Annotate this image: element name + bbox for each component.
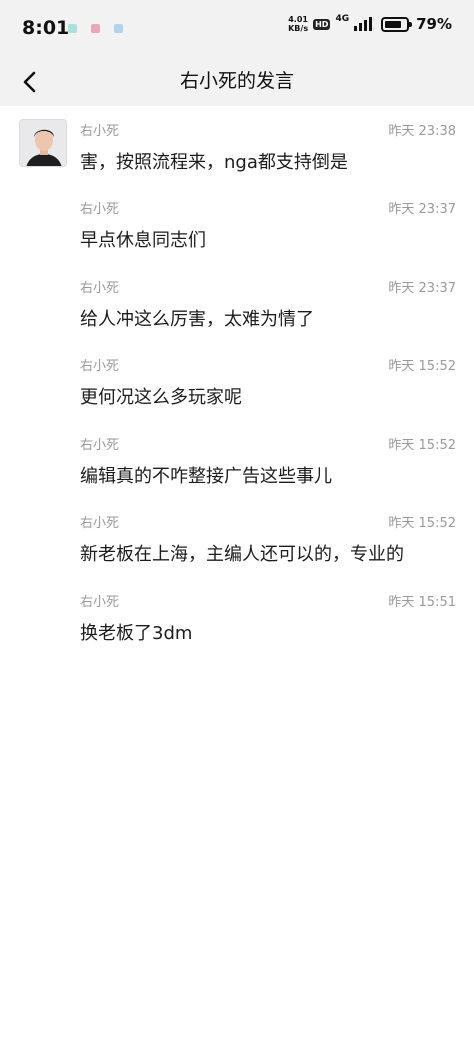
- post-item[interactable]: 右小死 昨天 15:52 更何况这么多玩家呢: [0, 341, 474, 419]
- notification-app-icon: [114, 24, 123, 33]
- post-author: 右小死: [80, 281, 120, 296]
- post-time: 昨天 23:38: [388, 124, 456, 139]
- post-time: 昨天 15:52: [388, 359, 456, 374]
- battery-percent: 79%: [416, 15, 452, 33]
- post-text: 新老板在上海，主编人还可以的，专业的: [80, 544, 404, 565]
- post-item[interactable]: 右小死 昨天 15:51 换老板了3dm: [0, 577, 474, 655]
- network-type-label: 4G: [335, 14, 350, 24]
- battery-level-fill: [385, 20, 402, 28]
- post-time: 昨天 23:37: [388, 281, 456, 296]
- signal-icon: [354, 17, 373, 31]
- network-speed-unit: KB/s: [288, 24, 309, 33]
- battery-icon: [381, 16, 413, 32]
- status-time: 8:01: [22, 17, 70, 39]
- page-title: 右小死的发言: [179, 70, 294, 92]
- post-text: 早点休息同志们: [80, 230, 206, 251]
- post-text: 给人冲这么厉害，太难为情了: [80, 309, 314, 330]
- notification-app-icon: [68, 24, 77, 33]
- notification-icons: [68, 24, 123, 33]
- post-item[interactable]: 右小死 昨天 23:38 害，按照流程来，nga都支持倒是: [0, 106, 474, 184]
- post-author: 右小死: [80, 438, 120, 453]
- nav-bar: 右小死的发言: [0, 58, 474, 106]
- post-author: 右小死: [80, 124, 120, 139]
- post-time: 昨天 15:52: [388, 516, 456, 531]
- post-text: 害，按照流程来，nga都支持倒是: [80, 152, 348, 173]
- post-text: 换老板了3dm: [80, 623, 193, 644]
- post-time: 昨天 15:52: [388, 438, 456, 453]
- post-time: 昨天 23:37: [388, 202, 456, 217]
- post-item[interactable]: 右小死 昨天 23:37 早点休息同志们: [0, 184, 474, 262]
- post-author: 右小死: [80, 516, 120, 531]
- post-author: 右小死: [80, 202, 120, 217]
- post-item[interactable]: 右小死 昨天 15:52 新老板在上海，主编人还可以的，专业的: [0, 498, 474, 576]
- network-speed: 4.01 KB/s: [288, 15, 308, 33]
- network-speed-value: 4.01: [288, 15, 308, 24]
- post-item[interactable]: 右小死 昨天 15:52 编辑真的不咋整接广告这些事儿: [0, 420, 474, 498]
- post-author: 右小死: [80, 359, 120, 374]
- hd-voice-icon: HD: [313, 18, 331, 30]
- status-indicators: 4.01 KB/s HD 4G 79%: [288, 14, 452, 33]
- status-bar: 8:01 4.01 KB/s HD 4G 79%: [0, 0, 474, 58]
- post-time: 昨天 15:51: [388, 595, 456, 610]
- post-author: 右小死: [80, 595, 120, 610]
- post-text: 编辑真的不咋整接广告这些事儿: [80, 466, 332, 487]
- post-text: 更何况这么多玩家呢: [80, 387, 242, 408]
- post-item[interactable]: 右小死 昨天 23:37 给人冲这么厉害，太难为情了: [0, 263, 474, 341]
- notification-app-icon: [91, 24, 100, 33]
